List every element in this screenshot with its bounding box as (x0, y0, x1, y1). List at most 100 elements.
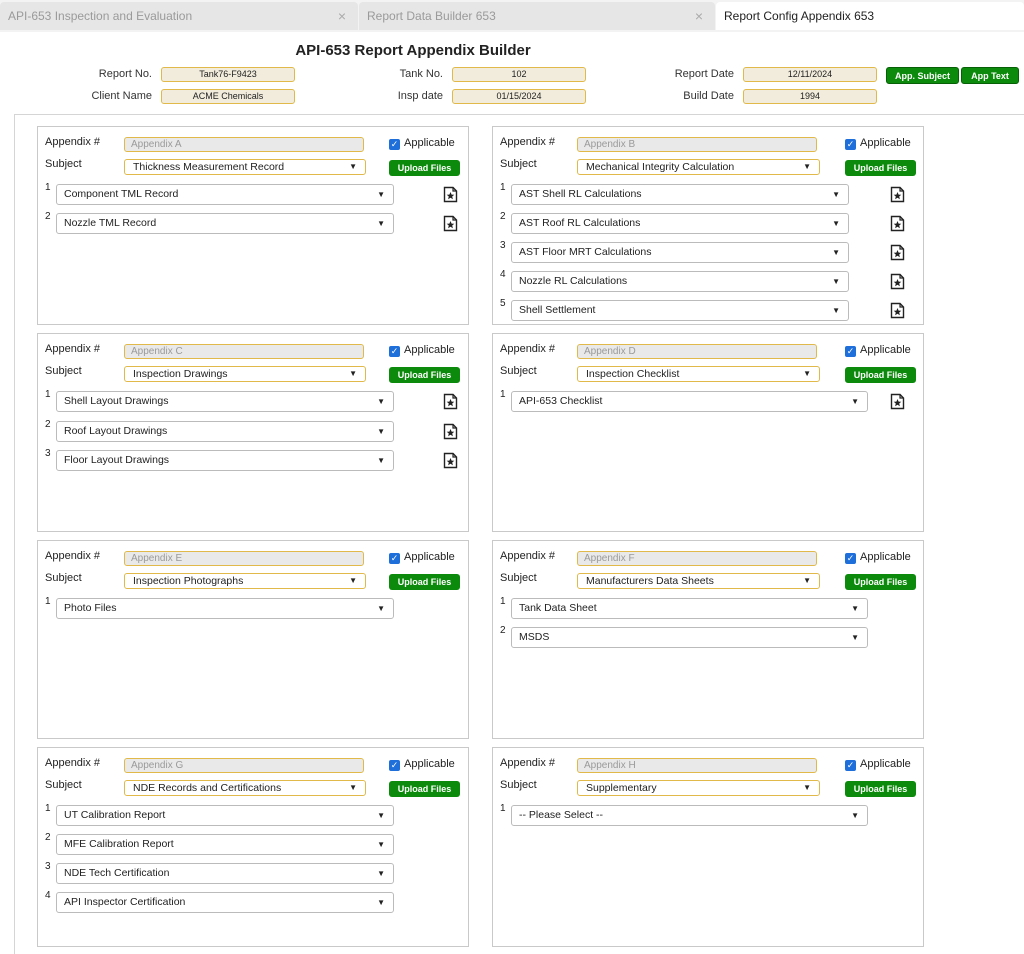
appendix-number-label: Appendix # (45, 757, 101, 769)
applicable-checkbox[interactable]: ✓ Applicable (389, 344, 455, 357)
upload-files-button[interactable]: Upload Files (389, 574, 460, 590)
item-value: AST Floor MRT Calculations (519, 246, 652, 258)
applicable-checkbox[interactable]: ✓ Applicable (845, 137, 911, 150)
checkmark-icon: ✓ (845, 346, 856, 357)
tank-no-field[interactable]: 102 (452, 67, 586, 82)
item-value: API-653 Checklist (519, 395, 603, 407)
item-select[interactable]: API-653 Checklist ▼ (511, 391, 868, 412)
subject-value: Inspection Checklist (586, 368, 680, 380)
chevron-down-icon: ▼ (377, 190, 385, 199)
item-number: 2 (45, 418, 51, 430)
item-select[interactable]: -- Please Select -- ▼ (511, 805, 868, 826)
applicable-checkbox[interactable]: ✓ Applicable (389, 758, 455, 771)
file-star-icon[interactable] (890, 302, 905, 319)
build-date-field[interactable]: 1994 (743, 89, 877, 104)
appendix-name-field[interactable]: Appendix A (124, 137, 364, 152)
chevron-down-icon: ▼ (851, 397, 859, 406)
subject-label: Subject (45, 572, 82, 584)
appendix-name-field[interactable]: Appendix G (124, 758, 364, 773)
upload-files-button[interactable]: Upload Files (389, 160, 460, 176)
item-select[interactable]: AST Shell RL Calculations ▼ (511, 184, 849, 205)
appendix-number-label: Appendix # (500, 343, 556, 355)
app-subject-button[interactable]: App. Subject (886, 67, 959, 84)
appendix-name-field[interactable]: Appendix C (124, 344, 364, 359)
client-name-field[interactable]: ACME Chemicals (161, 89, 295, 104)
item-select[interactable]: Shell Settlement ▼ (511, 300, 849, 321)
applicable-checkbox[interactable]: ✓ Applicable (845, 551, 911, 564)
tab-report-config-appendix[interactable]: Report Config Appendix 653 (716, 2, 1024, 30)
item-select[interactable]: Component TML Record ▼ (56, 184, 394, 205)
file-star-icon[interactable] (890, 273, 905, 290)
applicable-checkbox[interactable]: ✓ Applicable (389, 137, 455, 150)
item-select[interactable]: Nozzle TML Record ▼ (56, 213, 394, 234)
report-no-field[interactable]: Tank76-F9423 (161, 67, 295, 82)
upload-files-button[interactable]: Upload Files (845, 574, 916, 590)
applicable-checkbox[interactable]: ✓ Applicable (389, 551, 455, 564)
subject-value: Manufacturers Data Sheets (586, 575, 714, 587)
file-star-icon[interactable] (890, 186, 905, 203)
item-select[interactable]: AST Floor MRT Calculations ▼ (511, 242, 849, 263)
file-star-icon[interactable] (443, 393, 458, 410)
subject-select[interactable]: Inspection Photographs ▼ (124, 573, 366, 589)
appendix-name-field[interactable]: Appendix H (577, 758, 817, 773)
upload-files-button[interactable]: Upload Files (389, 781, 460, 797)
item-number: 1 (45, 596, 51, 607)
item-number: 2 (500, 625, 506, 636)
appendix-name-field[interactable]: Appendix F (577, 551, 817, 566)
item-select[interactable]: Shell Layout Drawings ▼ (56, 391, 394, 412)
chevron-down-icon: ▼ (377, 456, 385, 465)
item-select[interactable]: AST Roof RL Calculations ▼ (511, 213, 849, 234)
item-select[interactable]: MSDS ▼ (511, 627, 868, 648)
item-select[interactable]: NDE Tech Certification ▼ (56, 863, 394, 884)
close-icon[interactable]: × (695, 2, 703, 30)
upload-files-button[interactable]: Upload Files (389, 367, 460, 383)
item-select[interactable]: Roof Layout Drawings ▼ (56, 420, 394, 442)
insp-date-field[interactable]: 01/15/2024 (452, 89, 586, 104)
file-star-icon[interactable] (443, 186, 458, 203)
tab-label: Report Data Builder 653 (367, 9, 496, 23)
file-star-icon[interactable] (890, 215, 905, 232)
chevron-down-icon: ▼ (349, 576, 357, 585)
subject-select[interactable]: Thickness Measurement Record ▼ (124, 159, 366, 175)
applicable-checkbox[interactable]: ✓ Applicable (845, 758, 911, 771)
file-star-icon[interactable] (890, 393, 905, 410)
page-title: API-653 Report Appendix Builder (295, 42, 531, 59)
subject-select[interactable]: Inspection Drawings ▼ (124, 366, 366, 382)
upload-files-button[interactable]: Upload Files (845, 367, 916, 383)
file-star-icon[interactable] (443, 423, 458, 440)
chevron-down-icon: ▼ (377, 811, 385, 820)
appendix-name-field[interactable]: Appendix E (124, 551, 364, 566)
upload-files-button[interactable]: Upload Files (845, 781, 916, 797)
appendix-name-field[interactable]: Appendix B (577, 137, 817, 152)
item-select[interactable]: MFE Calibration Report ▼ (56, 834, 394, 855)
appendix-number-label: Appendix # (45, 343, 101, 355)
item-select[interactable]: UT Calibration Report ▼ (56, 805, 394, 826)
applicable-label: Applicable (860, 344, 911, 356)
tab-report-data-builder[interactable]: Report Data Builder 653 × (359, 2, 715, 30)
subject-select[interactable]: NDE Records and Certifications ▼ (124, 780, 366, 796)
item-select[interactable]: API Inspector Certification ▼ (56, 892, 394, 913)
applicable-label: Applicable (860, 137, 911, 149)
item-select[interactable]: Tank Data Sheet ▼ (511, 598, 868, 619)
file-star-icon[interactable] (443, 215, 458, 232)
subject-select[interactable]: Supplementary ▼ (577, 780, 820, 796)
checkmark-icon: ✓ (389, 346, 400, 357)
report-date-field[interactable]: 12/11/2024 (743, 67, 877, 82)
appendix-name-field[interactable]: Appendix D (577, 344, 817, 359)
tab-inspection-evaluation[interactable]: API-653 Inspection and Evaluation × (0, 2, 358, 30)
subject-select[interactable]: Manufacturers Data Sheets ▼ (577, 573, 820, 589)
upload-files-button[interactable]: Upload Files (845, 160, 916, 176)
item-value: Tank Data Sheet (519, 602, 597, 614)
close-icon[interactable]: × (338, 2, 346, 30)
item-value: Roof Layout Drawings (64, 424, 168, 437)
app-text-button[interactable]: App Text (961, 67, 1019, 84)
item-select[interactable]: Photo Files ▼ (56, 598, 394, 619)
tank-no-label: Tank No. (399, 68, 443, 80)
subject-select[interactable]: Mechanical Integrity Calculation ▼ (577, 159, 820, 175)
item-select[interactable]: Nozzle RL Calculations ▼ (511, 271, 849, 292)
subject-select[interactable]: Inspection Checklist ▼ (577, 366, 820, 382)
file-star-icon[interactable] (890, 244, 905, 261)
item-select[interactable]: Floor Layout Drawings ▼ (56, 450, 394, 471)
applicable-checkbox[interactable]: ✓ Applicable (845, 344, 911, 357)
file-star-icon[interactable] (443, 452, 458, 469)
